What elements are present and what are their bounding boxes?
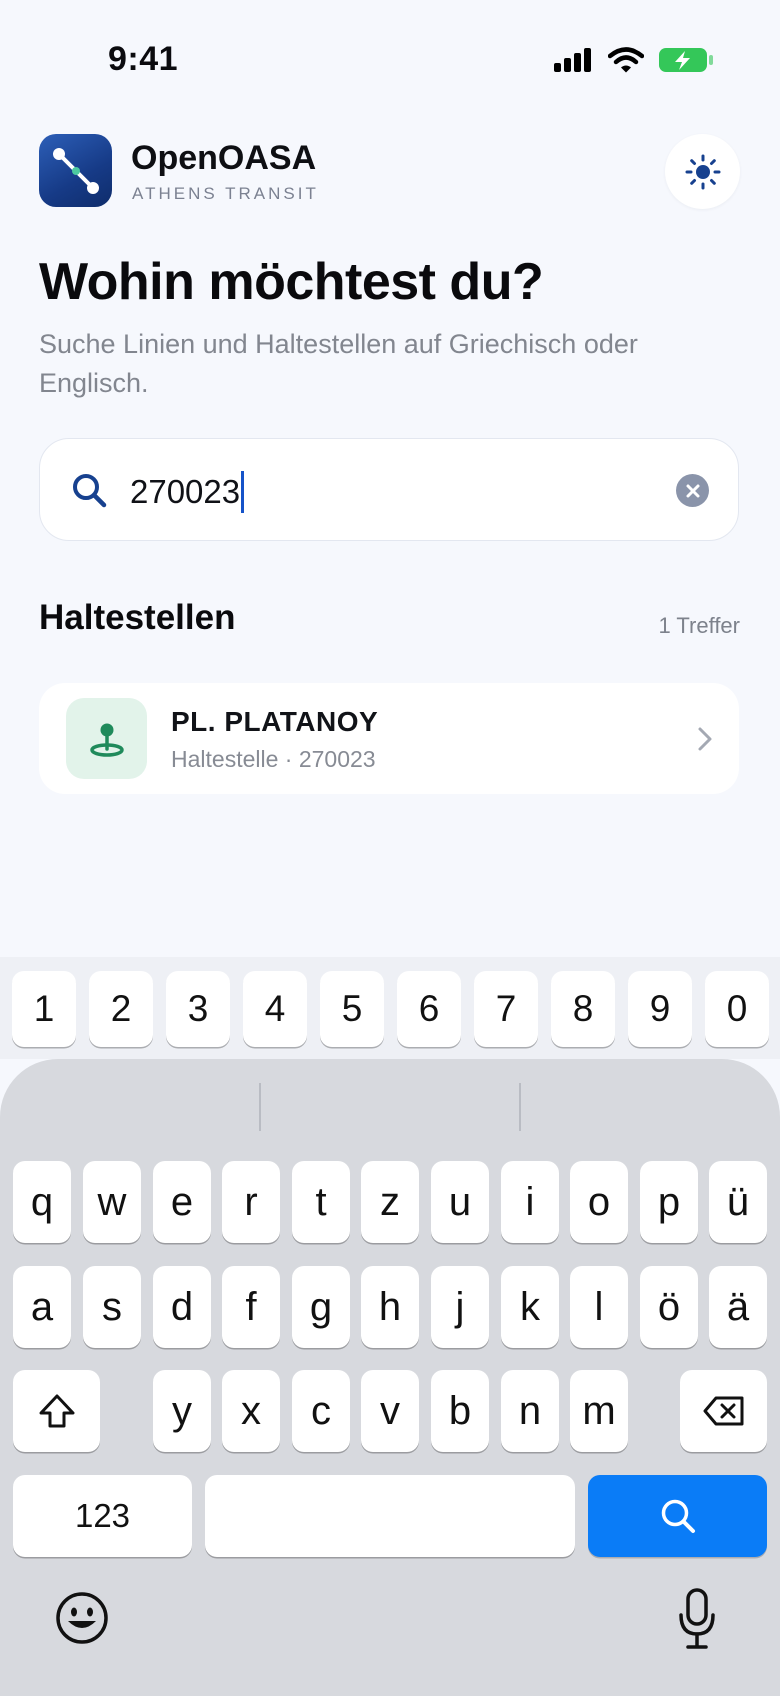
microphone-icon xyxy=(679,1588,715,1649)
shift-key[interactable] xyxy=(13,1370,100,1452)
key-2[interactable]: 2 xyxy=(89,971,153,1047)
chevron-right-icon xyxy=(696,725,714,758)
search-text: 270023 xyxy=(130,473,241,510)
key-p[interactable]: p xyxy=(640,1161,698,1243)
results-count: 1 Treffer xyxy=(658,613,740,638)
key-1[interactable]: 1 xyxy=(12,971,76,1047)
page-title: Wohin möchtest du? xyxy=(39,253,544,311)
app-logo xyxy=(39,134,112,207)
search-field-value[interactable]: 270023 xyxy=(130,471,245,513)
delete-key[interactable] xyxy=(680,1370,767,1452)
result-subtitle: Haltestelle · 270023 xyxy=(171,746,376,772)
key-3[interactable]: 3 xyxy=(166,971,230,1047)
cellular-signal-icon xyxy=(554,48,591,72)
result-title: PL. PLATANOY xyxy=(171,706,379,737)
key-t[interactable]: t xyxy=(292,1161,350,1243)
stop-pin-icon xyxy=(66,698,147,779)
search-key[interactable] xyxy=(588,1475,767,1557)
key-u[interactable]: u xyxy=(431,1161,489,1243)
key-i[interactable]: i xyxy=(501,1161,559,1243)
key-l[interactable]: l xyxy=(570,1266,628,1348)
key-ue[interactable]: ü xyxy=(709,1161,767,1243)
theme-toggle-button[interactable] xyxy=(665,134,740,209)
key-m[interactable]: m xyxy=(570,1370,628,1452)
search-icon xyxy=(661,1499,695,1533)
key-o[interactable]: o xyxy=(570,1161,628,1243)
key-v[interactable]: v xyxy=(361,1370,419,1452)
app-subtitle: ATHENS TRANSIT xyxy=(132,184,319,203)
key-6[interactable]: 6 xyxy=(397,971,461,1047)
key-j[interactable]: j xyxy=(431,1266,489,1348)
battery-charging-icon xyxy=(659,48,713,72)
status-time: 9:41 xyxy=(108,40,179,78)
key-z[interactable]: z xyxy=(361,1161,419,1243)
text-caret xyxy=(241,471,245,513)
backspace-icon xyxy=(703,1396,743,1426)
key-y[interactable]: y xyxy=(153,1370,211,1452)
key-a[interactable]: a xyxy=(13,1266,71,1348)
route-line-icon xyxy=(53,148,99,194)
key-f[interactable]: f xyxy=(222,1266,280,1348)
key-b[interactable]: b xyxy=(431,1370,489,1452)
key-r[interactable]: r xyxy=(222,1161,280,1243)
key-7[interactable]: 7 xyxy=(474,971,538,1047)
key-8[interactable]: 8 xyxy=(551,971,615,1047)
results-section-title: Haltestellen xyxy=(39,598,236,637)
key-n[interactable]: n xyxy=(501,1370,559,1452)
key-ae[interactable]: ä xyxy=(709,1266,767,1348)
key-9[interactable]: 9 xyxy=(628,971,692,1047)
status-icons xyxy=(554,46,714,74)
clear-search-button[interactable] xyxy=(676,474,709,507)
key-oe[interactable]: ö xyxy=(640,1266,698,1348)
shift-icon xyxy=(39,1394,74,1428)
clear-icon xyxy=(686,484,699,497)
numbers-key[interactable]: 123 xyxy=(13,1475,192,1557)
app-name: OpenOASA xyxy=(131,139,317,177)
space-key[interactable] xyxy=(205,1475,575,1557)
key-k[interactable]: k xyxy=(501,1266,559,1348)
sun-icon xyxy=(685,154,720,189)
key-4[interactable]: 4 xyxy=(243,971,307,1047)
key-w[interactable]: w xyxy=(83,1161,141,1243)
key-s[interactable]: s xyxy=(83,1266,141,1348)
key-h[interactable]: h xyxy=(361,1266,419,1348)
wifi-icon xyxy=(608,47,644,73)
key-5[interactable]: 5 xyxy=(320,971,384,1047)
suggestion-divider xyxy=(519,1083,521,1131)
search-icon xyxy=(71,472,107,513)
key-q[interactable]: q xyxy=(13,1161,71,1243)
emoji-icon xyxy=(56,1592,108,1644)
key-e[interactable]: e xyxy=(153,1161,211,1243)
key-g[interactable]: g xyxy=(292,1266,350,1348)
suggestion-divider xyxy=(259,1083,261,1131)
key-c[interactable]: c xyxy=(292,1370,350,1452)
page-subtitle: Suche Linien und Haltestellen auf Griech… xyxy=(39,329,638,398)
emoji-button[interactable] xyxy=(54,1590,110,1651)
key-x[interactable]: x xyxy=(222,1370,280,1452)
key-d[interactable]: d xyxy=(153,1266,211,1348)
dictation-button[interactable] xyxy=(677,1587,717,1656)
key-0[interactable]: 0 xyxy=(705,971,769,1047)
